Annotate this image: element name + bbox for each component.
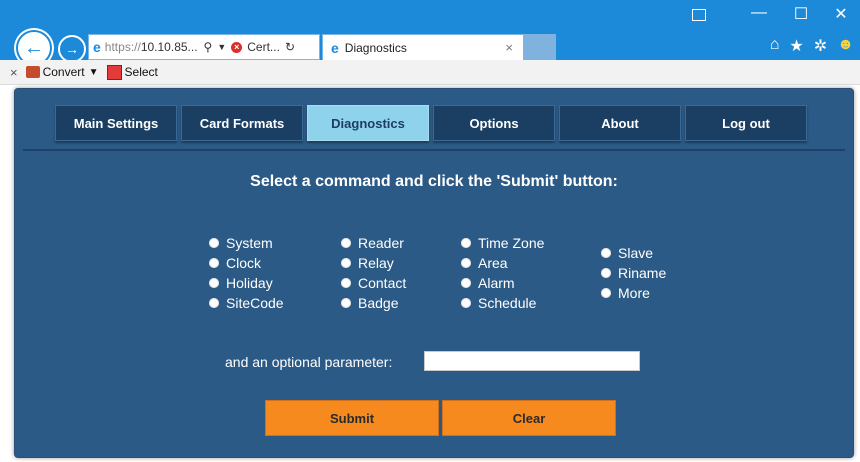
radio-area[interactable]: Area <box>461 253 544 273</box>
radio-dot-icon[interactable] <box>601 248 611 258</box>
command-bar: × Convert ▼ Select <box>0 60 860 85</box>
radio-time-zone[interactable]: Time Zone <box>461 233 544 253</box>
home-icon[interactable]: ⌂ <box>770 36 780 56</box>
close-window-button[interactable]: ✕ <box>826 4 856 24</box>
radio-clock[interactable]: Clock <box>209 253 284 273</box>
browser-title-bar: — ☐ ✕ ← → e https://10.10.85... ⚲ ▼ × Ce… <box>0 0 860 66</box>
radio-dot-icon[interactable] <box>209 258 219 268</box>
ie-logo-icon: e <box>331 40 339 56</box>
nav-main-settings[interactable]: Main Settings <box>55 105 177 141</box>
arrow-left-icon: ← <box>24 36 44 59</box>
radio-dot-icon[interactable] <box>209 238 219 248</box>
radio-reader[interactable]: Reader <box>341 233 406 253</box>
nav-log-out[interactable]: Log out <box>685 105 807 141</box>
radio-dot-icon[interactable] <box>209 298 219 308</box>
radio-dot-icon[interactable] <box>341 278 351 288</box>
radio-dot-icon[interactable] <box>601 268 611 278</box>
feedback-smiley-icon[interactable]: ☻ <box>837 36 854 56</box>
certificate-error-icon[interactable]: × <box>231 41 243 53</box>
tab-close-icon[interactable]: × <box>505 40 513 55</box>
maximize-button[interactable]: ☐ <box>786 4 816 24</box>
radio-relay[interactable]: Relay <box>341 253 406 273</box>
radio-more[interactable]: More <box>601 283 666 303</box>
search-icon[interactable]: ⚲ <box>204 40 213 54</box>
favorites-star-icon[interactable]: ★ <box>789 36 803 56</box>
new-tab-button[interactable] <box>524 34 556 60</box>
convert-label: Convert <box>42 65 85 79</box>
arrow-right-icon: → <box>65 41 79 57</box>
radio-badge[interactable]: Badge <box>341 293 406 313</box>
clear-button[interactable]: Clear <box>442 400 616 436</box>
main-panel: Main Settings Card Formats Diagnostics O… <box>14 88 854 458</box>
tab-title: Diagnostics <box>344 41 407 55</box>
browser-toolbar-icons: ⌂ ★ ✲ ☻ <box>770 36 854 56</box>
radio-dot-icon[interactable] <box>461 258 471 268</box>
convert-pdf-icon <box>25 66 40 78</box>
address-url[interactable]: https://10.10.85... <box>105 40 198 54</box>
certificate-error-label[interactable]: Cert... <box>247 40 280 54</box>
radio-dot-icon[interactable] <box>461 238 471 248</box>
radio-schedule[interactable]: Schedule <box>461 293 544 313</box>
refresh-icon[interactable]: ↻ <box>285 40 295 54</box>
radio-dot-icon[interactable] <box>209 278 219 288</box>
radio-holiday[interactable]: Holiday <box>209 273 284 293</box>
command-bar-close-icon[interactable]: × <box>10 65 18 80</box>
forward-button[interactable]: → <box>58 35 86 63</box>
select-icon <box>106 64 122 80</box>
tab-diagnostics[interactable]: e Diagnostics × <box>322 34 524 61</box>
command-column-4: Slave Riname More <box>601 243 666 303</box>
window-snap-icon[interactable] <box>692 9 706 21</box>
nav-about[interactable]: About <box>559 105 681 141</box>
radio-dot-icon[interactable] <box>461 278 471 288</box>
radio-dot-icon[interactable] <box>601 288 611 298</box>
radio-dot-icon[interactable] <box>341 258 351 268</box>
address-bar[interactable]: e https://10.10.85... ⚲ ▼ × Cert... ↻ <box>88 34 320 60</box>
nav-diagnostics[interactable]: Diagnostics <box>307 105 429 141</box>
nav-card-formats[interactable]: Card Formats <box>181 105 303 141</box>
radio-system[interactable]: System <box>209 233 284 253</box>
command-column-3: Time Zone Area Alarm Schedule <box>461 233 544 313</box>
radio-dot-icon[interactable] <box>461 298 471 308</box>
command-column-2: Reader Relay Contact Badge <box>341 233 406 313</box>
nav-bar: Main Settings Card Formats Diagnostics O… <box>23 93 845 151</box>
page-heading: Select a command and click the 'Submit' … <box>250 173 618 190</box>
radio-dot-icon[interactable] <box>341 298 351 308</box>
radio-dot-icon[interactable] <box>341 238 351 248</box>
command-column-1: System Clock Holiday SiteCode <box>209 233 284 313</box>
radio-sitecode[interactable]: SiteCode <box>209 293 284 313</box>
submit-button[interactable]: Submit <box>265 400 439 436</box>
radio-riname[interactable]: Riname <box>601 263 666 283</box>
nav-options[interactable]: Options <box>433 105 555 141</box>
parameter-label: and an optional parameter: <box>225 354 393 370</box>
radio-alarm[interactable]: Alarm <box>461 273 544 293</box>
convert-dropdown-icon[interactable]: ▼ <box>89 67 99 78</box>
select-button[interactable]: Select <box>125 65 158 79</box>
settings-gear-icon[interactable]: ✲ <box>814 36 827 56</box>
minimize-button[interactable]: — <box>744 4 774 22</box>
dropdown-chevron-icon[interactable]: ▼ <box>217 42 226 52</box>
convert-button[interactable]: Convert <box>25 65 85 79</box>
radio-contact[interactable]: Contact <box>341 273 406 293</box>
ie-logo-icon: e <box>93 39 101 55</box>
parameter-input[interactable] <box>424 351 640 371</box>
radio-slave[interactable]: Slave <box>601 243 666 263</box>
